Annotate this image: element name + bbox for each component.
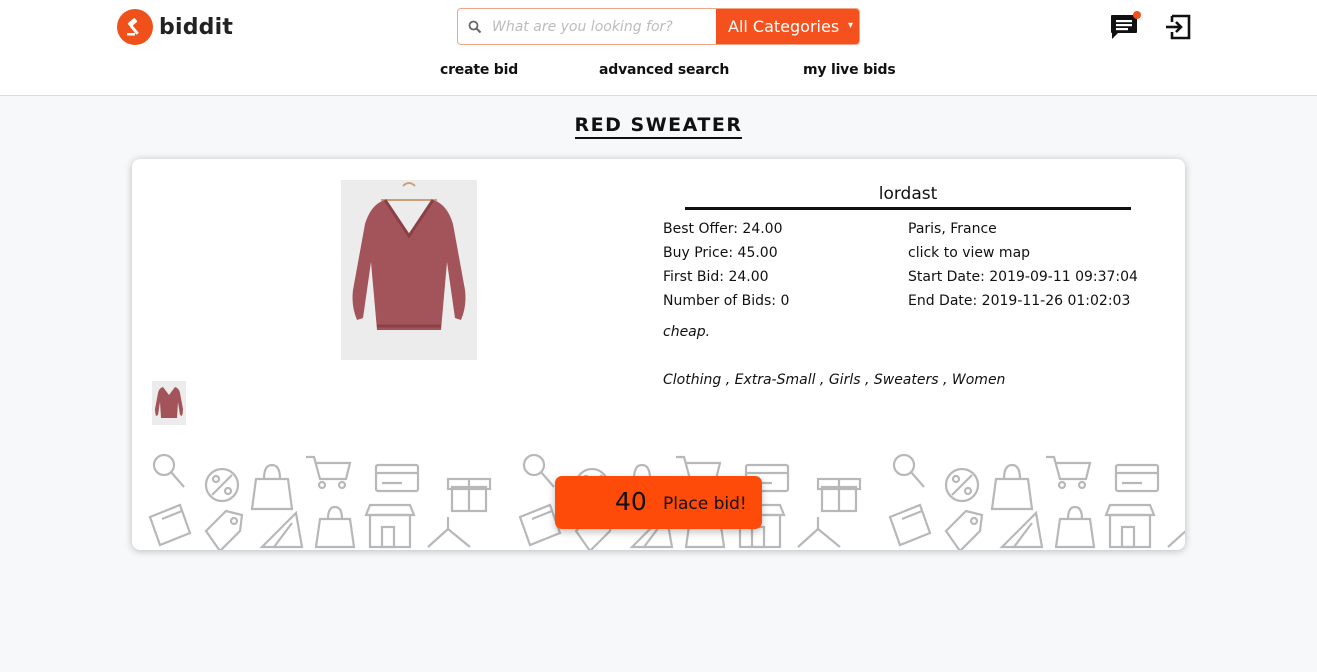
location: Paris, France (908, 221, 997, 237)
start-date: Start Date: 2019-09-11 09:37:04 (908, 269, 1138, 285)
item-description: cheap. (663, 324, 711, 340)
chevron-down-icon: ▾ (847, 20, 853, 31)
number-of-bids: Number of Bids: 0 (663, 293, 790, 309)
category-select[interactable]: All Categories ▾ (716, 9, 859, 44)
item-card: lordast Best Offer: 24.00 Buy Price: 45.… (132, 159, 1185, 550)
best-offer: Best Offer: 24.00 (663, 221, 783, 237)
logout-icon[interactable] (1164, 14, 1191, 44)
price-info: Best Offer: 24.00 Buy Price: 45.00 First… (663, 217, 789, 313)
buy-price: Buy Price: 45.00 (663, 245, 778, 261)
seller-name: lordast (685, 184, 1131, 210)
search-bar: All Categories ▾ (457, 8, 860, 45)
notification-dot (1133, 11, 1141, 19)
location-info: Paris, France click to view map Start Da… (908, 217, 1138, 313)
item-title: RED SWEATER (574, 114, 743, 139)
search-input[interactable] (492, 9, 716, 44)
search-icon (458, 9, 492, 44)
nav-create-bid[interactable]: create bid (440, 62, 518, 78)
item-thumbnail[interactable] (152, 381, 186, 425)
end-date: End Date: 2019-11-26 01:02:03 (908, 293, 1131, 309)
bid-amount: 40 (615, 487, 647, 516)
item-main-image[interactable] (341, 180, 477, 360)
brand-name: biddit (159, 14, 234, 40)
place-bid-label: Place bid! (663, 494, 747, 514)
view-map-link[interactable]: click to view map (908, 241, 1138, 265)
nav-my-live-bids[interactable]: my live bids (803, 62, 896, 78)
chat-icon[interactable] (1110, 11, 1141, 44)
nav-advanced-search[interactable]: advanced search (599, 62, 729, 78)
category-select-label: All Categories (728, 17, 840, 36)
place-bid-button[interactable]: 40 Place bid! (555, 476, 762, 529)
gavel-icon (117, 9, 153, 45)
item-categories: Clothing , Extra-Small , Girls , Sweater… (663, 372, 1006, 388)
logo[interactable]: biddit (117, 9, 233, 45)
page-title: RED SWEATER (0, 114, 1317, 139)
first-bid: First Bid: 24.00 (663, 269, 769, 285)
header: biddit All Categories ▾ (0, 0, 1317, 96)
